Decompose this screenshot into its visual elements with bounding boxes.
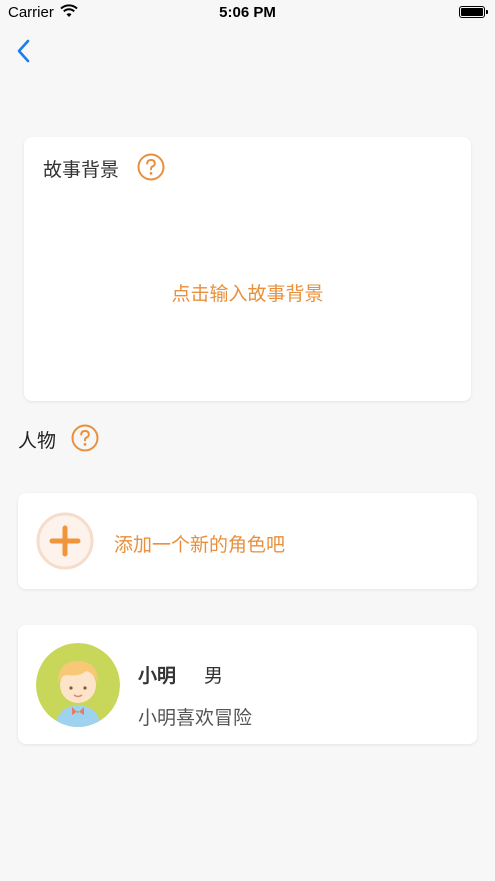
story-title: 故事背景 bbox=[43, 159, 120, 181]
avatar bbox=[36, 643, 120, 727]
back-button[interactable] bbox=[10, 36, 40, 66]
character-description: 小明喜欢冒险 bbox=[138, 707, 253, 729]
status-bar: Carrier 5:06 PM bbox=[0, 0, 495, 26]
story-input-placeholder[interactable]: 点击输入故事背景 bbox=[24, 279, 471, 306]
help-icon[interactable] bbox=[137, 153, 165, 181]
add-character-label: 添加一个新的角色吧 bbox=[114, 534, 286, 556]
help-icon[interactable] bbox=[71, 424, 99, 452]
character-name: 小明 bbox=[138, 665, 177, 687]
add-icon bbox=[36, 512, 94, 570]
add-character-button[interactable]: 添加一个新的角色吧 bbox=[18, 493, 477, 589]
story-card[interactable]: 故事背景 点击输入故事背景 bbox=[24, 137, 471, 401]
battery-icon bbox=[459, 6, 488, 18]
character-card[interactable]: 小明 男 小明喜欢冒险 bbox=[18, 625, 477, 744]
character-gender: 男 bbox=[204, 665, 224, 687]
people-section-title: 人物 bbox=[18, 430, 57, 452]
clock: 5:06 PM bbox=[219, 4, 276, 21]
